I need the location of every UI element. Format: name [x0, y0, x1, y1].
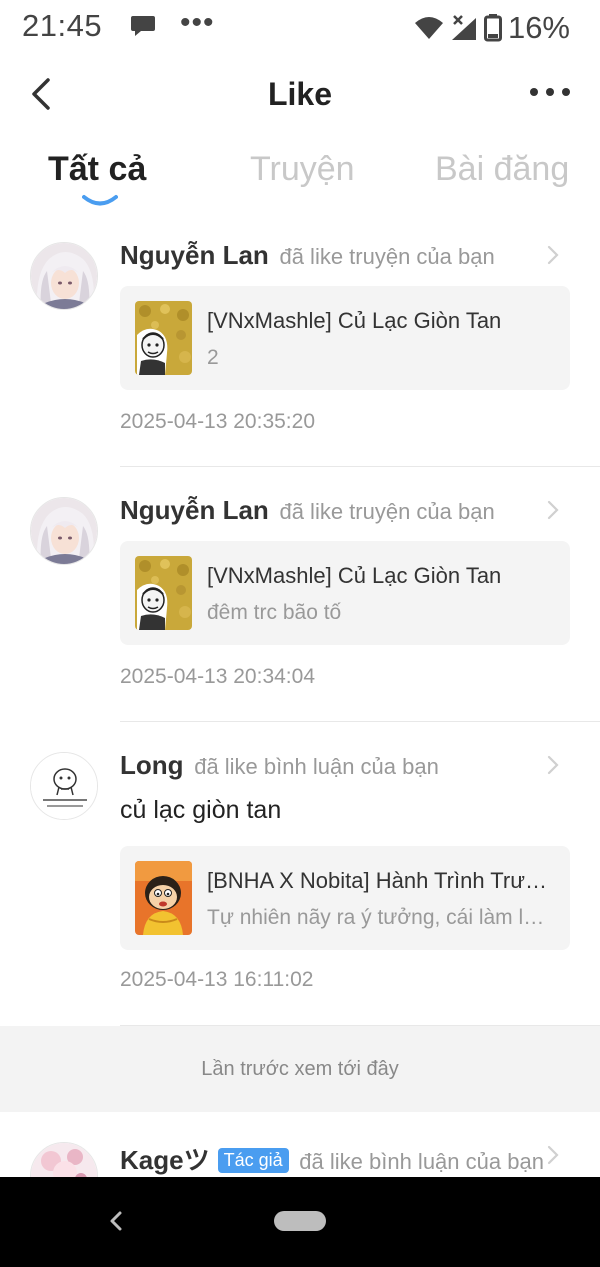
- notification-item[interactable]: Long đã like bình luận của bạn củ lạc gi…: [0, 732, 600, 1026]
- author-badge: Tác giả: [217, 1148, 289, 1173]
- name-line: Kageツ Tác giả đã like bình luận của bạn: [120, 1140, 544, 1177]
- battery-icon: [483, 14, 502, 42]
- system-nav-bar: [0, 1177, 600, 1267]
- story-card[interactable]: [BNHA X Nobita] Hành Trình Trưởng Thành …: [120, 846, 570, 950]
- story-title: [VNxMashle] Củ Lạc Giòn Tan: [207, 563, 502, 588]
- action-text: đã like bình luận của bạn: [299, 1149, 544, 1174]
- avatar-image: [31, 243, 97, 309]
- chevron-right-icon[interactable]: [546, 1144, 560, 1166]
- dot: [530, 88, 538, 96]
- last-seen-marker: Lần trước xem tới đây: [0, 1026, 600, 1112]
- chevron-right-icon[interactable]: [546, 244, 560, 266]
- battery-percent: 16%: [507, 10, 570, 45]
- notification-item[interactable]: Nguyễn Lan đã like truyện của bạn [VNxMa…: [0, 477, 600, 722]
- story-subtitle: 2: [207, 346, 219, 369]
- story-card[interactable]: [VNxMashle] Củ Lạc Giòn Tan 2: [120, 286, 570, 390]
- status-time: 21:45: [22, 8, 103, 43]
- status-right: 16%: [414, 8, 570, 48]
- timestamp: 2025-04-13 20:34:04: [120, 665, 315, 688]
- dot: [562, 88, 570, 96]
- username[interactable]: Kageツ: [120, 1145, 210, 1175]
- story-subtitle: đêm trc bão tố: [207, 601, 342, 624]
- chevron-right-icon[interactable]: [546, 499, 560, 521]
- divider: [120, 466, 600, 467]
- status-dots: •••: [180, 6, 215, 39]
- name-line: Nguyễn Lan đã like truyện của bạn: [120, 240, 495, 271]
- timestamp: 2025-04-13 20:35:20: [120, 410, 315, 433]
- avatar-image: [31, 498, 97, 564]
- avatar-image: [31, 753, 97, 819]
- page-title: Like: [267, 76, 333, 112]
- story-thumbnail: [135, 301, 192, 375]
- nav-back-icon[interactable]: [106, 1207, 126, 1235]
- timestamp: 2025-04-13 16:11:02: [120, 968, 314, 991]
- avatar[interactable]: [30, 242, 98, 310]
- tab-stories[interactable]: Truyện: [250, 150, 355, 189]
- avatar[interactable]: [30, 497, 98, 565]
- name-line: Long đã like bình luận của bạn: [120, 750, 439, 781]
- tab-all[interactable]: Tất cả: [48, 150, 146, 189]
- story-thumbnail: [135, 556, 192, 630]
- message-icon: [131, 16, 155, 36]
- last-seen-text: Lần trước xem tới đây: [201, 1058, 399, 1080]
- notification-item[interactable]: Kageツ Tác giả đã like bình luận của bạn: [0, 1112, 600, 1177]
- wifi-icon: [414, 17, 443, 39]
- story-thumbnail: [135, 861, 192, 935]
- username[interactable]: Long: [120, 750, 184, 780]
- more-options-icon[interactable]: [530, 82, 570, 102]
- action-text: đã like bình luận của bạn: [194, 754, 439, 779]
- action-text: đã like truyện của bạn: [279, 244, 495, 269]
- divider: [120, 721, 600, 722]
- avatar[interactable]: [30, 752, 98, 820]
- username[interactable]: Nguyễn Lan: [120, 240, 269, 270]
- app-header: Like: [0, 56, 600, 136]
- nav-home-pill[interactable]: [274, 1211, 326, 1231]
- tab-bar: Tất cả Truyện Bài đăng: [0, 140, 600, 220]
- username[interactable]: Nguyễn Lan: [120, 495, 269, 525]
- story-title: [VNxMashle] Củ Lạc Giòn Tan: [207, 308, 502, 333]
- story-title: [BNHA X Nobita] Hành Trình Trưởng Thành: [207, 868, 553, 893]
- active-tab-indicator: [82, 195, 118, 206]
- story-subtitle: Tự nhiên nãy ra ý tưởng, cái làm luôn: [207, 906, 553, 929]
- status-bar: 21:45 ••• 16%: [0, 0, 600, 56]
- name-line: Nguyễn Lan đã like truyện của bạn: [120, 495, 495, 526]
- tab-posts[interactable]: Bài đăng: [435, 150, 569, 189]
- notification-item[interactable]: Nguyễn Lan đã like truyện của bạn [VNxMa…: [0, 222, 600, 467]
- story-card[interactable]: [VNxMashle] Củ Lạc Giòn Tan đêm trc bão …: [120, 541, 570, 645]
- comment-text: củ lạc giòn tan: [120, 796, 282, 824]
- avatar-image: [31, 1143, 97, 1177]
- avatar[interactable]: [30, 1142, 98, 1177]
- action-text: đã like truyện của bạn: [279, 499, 495, 524]
- dot: [546, 88, 554, 96]
- signal-icon: [451, 15, 476, 40]
- chevron-right-icon[interactable]: [546, 754, 560, 776]
